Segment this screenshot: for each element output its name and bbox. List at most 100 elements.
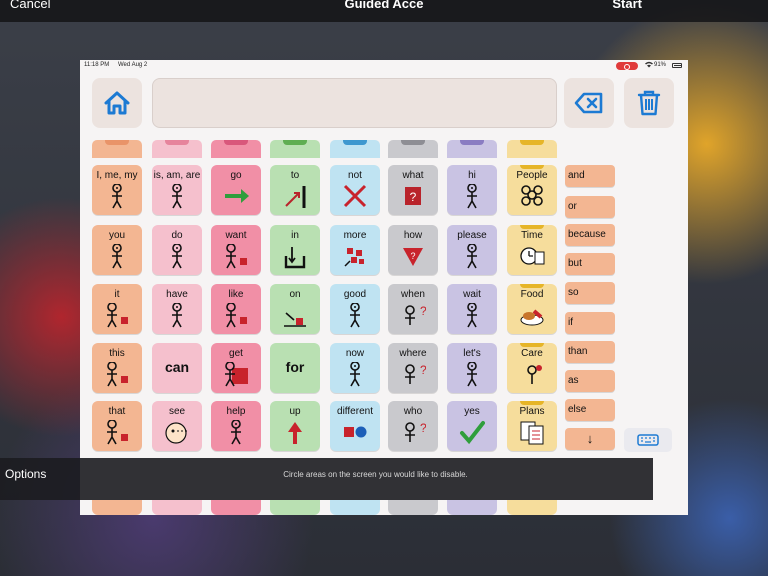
word-button[interactable]: so — [565, 282, 615, 304]
column-tab[interactable] — [270, 140, 320, 158]
more-words-button[interactable]: ↓ — [565, 428, 615, 450]
symbol-button-people[interactable]: People — [507, 165, 557, 215]
symbol-label: go — [230, 170, 242, 181]
partial-symbol-button — [152, 500, 202, 515]
word-button[interactable]: because — [565, 224, 615, 246]
symbol-label: in — [291, 230, 299, 241]
symbol-label: hi — [468, 170, 476, 181]
symbol-label: yes — [464, 406, 480, 417]
symbol-button-in[interactable]: in — [270, 225, 320, 275]
how-pictogram-icon: ? — [403, 248, 423, 266]
symbol-button-can[interactable]: can — [152, 343, 202, 393]
keyboard-icon — [637, 434, 659, 446]
symbol-button-see[interactable]: see — [152, 401, 202, 451]
svg-text:?: ? — [420, 363, 426, 377]
symbol-button-up[interactable]: up — [270, 401, 320, 451]
symbol-label: help — [226, 406, 246, 417]
column-tab[interactable] — [507, 140, 557, 158]
column-tab[interactable] — [330, 140, 380, 158]
i-me-my-pictogram-icon — [112, 184, 122, 209]
symbol-label: Time — [521, 230, 543, 241]
start-button[interactable]: Start — [612, 0, 642, 11]
delete-all-button[interactable] — [624, 78, 674, 128]
svg-text:?: ? — [410, 251, 415, 261]
symbol-button-get[interactable]: get — [211, 343, 261, 393]
word-button[interactable]: as — [565, 370, 615, 392]
who-pictogram-icon: ? — [405, 421, 426, 442]
column-tab[interactable] — [92, 140, 142, 158]
symbol-button-what[interactable]: what? — [388, 165, 438, 215]
word-button[interactable]: if — [565, 312, 615, 334]
symbol-button-yes[interactable]: yes — [447, 401, 497, 451]
symbol-button-i-me-my[interactable]: I, me, my — [92, 165, 142, 215]
word-button[interactable]: than — [565, 341, 615, 363]
symbol-button-on[interactable]: on — [270, 284, 320, 334]
svg-text:?: ? — [410, 190, 417, 204]
app-screen-preview: 11:18 PM Wed Aug 2 91% I, me, my is, am, … — [80, 60, 688, 515]
word-button[interactable]: and — [565, 165, 615, 187]
symbol-button-not[interactable]: not — [330, 165, 380, 215]
symbol-label: on — [289, 289, 301, 300]
symbol-button-do[interactable]: do — [152, 225, 202, 275]
up-pictogram-icon — [288, 422, 302, 444]
clear-button[interactable] — [564, 78, 614, 128]
symbol-button-it[interactable]: it — [92, 284, 142, 334]
column-tab[interactable] — [152, 140, 202, 158]
symbol-button-for[interactable]: for — [270, 343, 320, 393]
word-button[interactable]: but — [565, 253, 615, 275]
word-button[interactable]: or — [565, 196, 615, 218]
symbol-button-is-am-are[interactable]: is, am, are — [152, 165, 202, 215]
symbol-button-now[interactable]: now — [330, 343, 380, 393]
column-tab-marker — [224, 140, 248, 145]
column-tab[interactable] — [388, 140, 438, 158]
symbol-button-time[interactable]: Time — [507, 225, 557, 275]
symbol-button-where[interactable]: where? — [388, 343, 438, 393]
symbol-button-when[interactable]: when? — [388, 284, 438, 334]
column-tab[interactable] — [447, 140, 497, 158]
symbol-label: want — [225, 230, 247, 241]
symbol-button-this[interactable]: this — [92, 343, 142, 393]
folder-marker — [520, 343, 544, 347]
symbol-button-wait[interactable]: wait — [447, 284, 497, 334]
symbol-button-to[interactable]: to — [270, 165, 320, 215]
symbol-button-more[interactable]: more — [330, 225, 380, 275]
keyboard-button[interactable] — [624, 428, 672, 452]
symbol-button-how[interactable]: how? — [388, 225, 438, 275]
symbol-button-go[interactable]: go — [211, 165, 261, 215]
partial-symbol-button — [270, 500, 320, 515]
symbol-button-let-s[interactable]: let's — [447, 343, 497, 393]
battery-percent: 91% — [654, 62, 667, 68]
recording-indicator-icon — [616, 62, 638, 70]
symbol-button-you[interactable]: you — [92, 225, 142, 275]
symbol-button-food[interactable]: Food — [507, 284, 557, 334]
partial-symbol-button — [447, 500, 497, 515]
symbol-button-good[interactable]: good — [330, 284, 380, 334]
column-tab[interactable] — [211, 140, 261, 158]
symbol-button-hi[interactable]: hi — [447, 165, 497, 215]
symbol-button-care[interactable]: Care — [507, 343, 557, 393]
care-pictogram-icon — [527, 365, 542, 384]
home-button[interactable] — [92, 78, 142, 128]
symbol-button-want[interactable]: want — [211, 225, 261, 275]
symbol-button-please[interactable]: please — [447, 225, 497, 275]
people-pictogram-icon — [521, 185, 543, 206]
symbol-label: up — [289, 406, 301, 417]
word-button[interactable]: else — [565, 399, 615, 421]
symbol-label: what — [402, 170, 424, 181]
on-pictogram-icon — [284, 312, 306, 327]
symbol-button-plans[interactable]: Plans — [507, 401, 557, 451]
symbol-button-different[interactable]: different — [330, 401, 380, 451]
symbol-button-who[interactable]: who? — [388, 401, 438, 451]
symbol-button-like[interactable]: like — [211, 284, 261, 334]
symbol-button-help[interactable]: help — [211, 401, 261, 451]
when-pictogram-icon: ? — [405, 304, 426, 325]
symbol-button-have[interactable]: have — [152, 284, 202, 334]
symbol-label: it — [114, 289, 120, 300]
yes-pictogram-icon — [460, 421, 485, 445]
symbol-label: now — [345, 348, 365, 359]
symbol-label: let's — [463, 348, 481, 359]
message-bar[interactable] — [152, 78, 557, 128]
now-pictogram-icon — [350, 362, 360, 387]
partial-symbol-button — [507, 500, 557, 515]
symbol-button-that[interactable]: that — [92, 401, 142, 451]
